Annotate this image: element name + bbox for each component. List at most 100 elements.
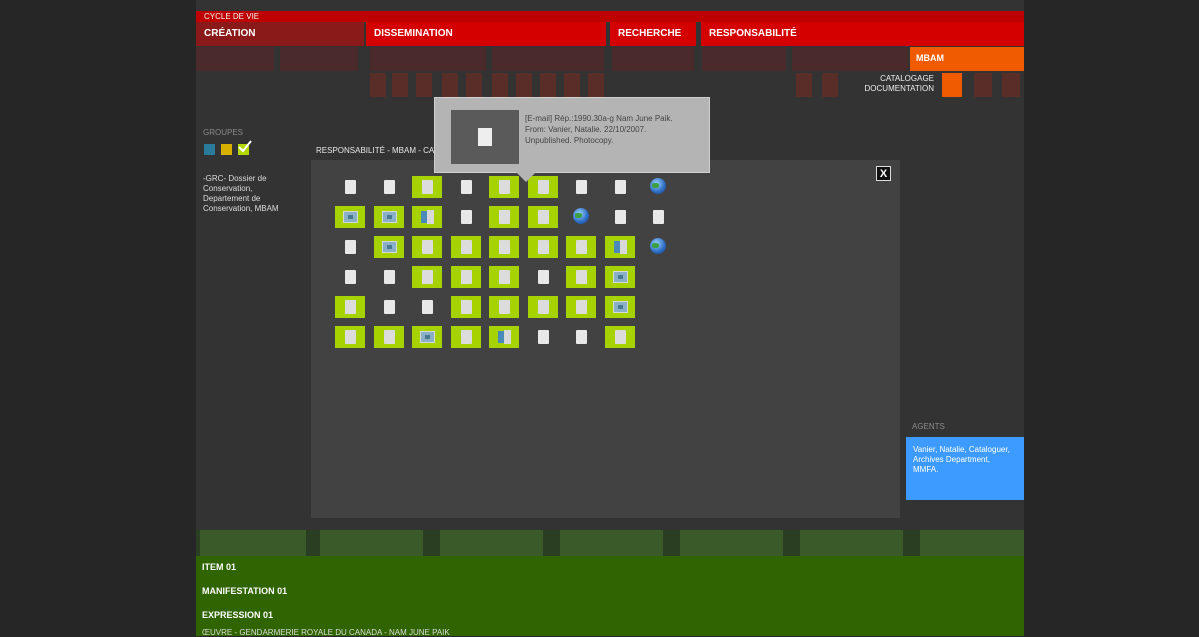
grid-cell[interactable] bbox=[412, 206, 442, 228]
grid-cell[interactable] bbox=[412, 266, 442, 288]
image-icon bbox=[612, 271, 628, 283]
globe-icon bbox=[573, 208, 589, 224]
grid-cell[interactable] bbox=[335, 266, 365, 288]
modal-close-button[interactable]: X bbox=[876, 166, 891, 181]
document-icon bbox=[460, 180, 472, 194]
document-icon bbox=[460, 270, 472, 284]
grid-cell[interactable] bbox=[450, 326, 481, 348]
grid-cell[interactable] bbox=[566, 236, 596, 258]
category-dissemination[interactable]: DISSEMINATION bbox=[366, 22, 606, 46]
grid-cell[interactable] bbox=[450, 296, 481, 318]
document-icon bbox=[614, 330, 626, 344]
grid-cell[interactable] bbox=[605, 176, 635, 198]
grid-cell[interactable] bbox=[489, 236, 519, 258]
timeline-tile-active[interactable] bbox=[942, 73, 962, 97]
sub-label-catalogage[interactable]: CATALOGAGE bbox=[868, 74, 934, 84]
document-icon bbox=[383, 270, 395, 284]
document-icon bbox=[499, 240, 510, 254]
timeline-tile bbox=[492, 73, 508, 97]
category-recherche[interactable]: RECHERCHE bbox=[610, 22, 696, 46]
grid-cell[interactable] bbox=[374, 266, 404, 288]
green-tile bbox=[200, 530, 306, 556]
grid-cell[interactable] bbox=[527, 236, 558, 258]
multi-document-icon bbox=[498, 330, 511, 344]
grid-cell[interactable] bbox=[527, 296, 558, 318]
grid-cell[interactable] bbox=[335, 236, 365, 258]
grid-cell[interactable] bbox=[451, 206, 481, 228]
grid-cell[interactable] bbox=[450, 236, 481, 258]
grid-cell[interactable] bbox=[374, 176, 404, 198]
green-tile bbox=[560, 530, 663, 556]
grid-cell[interactable] bbox=[373, 206, 404, 228]
grid-cell[interactable] bbox=[604, 326, 635, 348]
grid-cell[interactable] bbox=[373, 326, 404, 348]
left-margin bbox=[0, 0, 196, 636]
sub-label-documentation[interactable]: DOCUMENTATION bbox=[846, 84, 934, 94]
multi-document-icon bbox=[421, 210, 434, 224]
agent-card[interactable]: Vanier, Natalie, Cataloguer, Archives De… bbox=[906, 437, 1024, 500]
grid-cell[interactable] bbox=[489, 326, 519, 348]
document-icon bbox=[383, 330, 395, 344]
grid-cell[interactable] bbox=[412, 176, 442, 198]
grid-cell[interactable] bbox=[604, 296, 635, 318]
grid-cell[interactable] bbox=[566, 176, 596, 198]
group-swatch-yellow[interactable] bbox=[221, 144, 232, 155]
grid-cell[interactable] bbox=[489, 266, 519, 288]
grid-cell[interactable] bbox=[412, 236, 442, 258]
expression-label[interactable]: EXPRESSION 01 bbox=[202, 610, 273, 620]
grid-cell[interactable] bbox=[335, 326, 365, 348]
grid-cell[interactable] bbox=[605, 206, 635, 228]
grid-cell[interactable] bbox=[451, 176, 481, 198]
grid-cell[interactable] bbox=[566, 296, 596, 318]
document-icon bbox=[460, 300, 472, 314]
grid-cell[interactable] bbox=[412, 296, 442, 318]
cycle-bar: CYCLE DE VIE bbox=[196, 11, 1024, 22]
document-icon bbox=[537, 180, 549, 194]
grid-cell[interactable] bbox=[604, 266, 635, 288]
grid-cell[interactable] bbox=[374, 296, 404, 318]
timeline-tile bbox=[416, 73, 432, 97]
group-swatch-blue[interactable] bbox=[204, 144, 215, 155]
groups-title: GROUPES bbox=[203, 128, 244, 137]
grid-cell[interactable] bbox=[528, 326, 558, 348]
grid-cell[interactable] bbox=[335, 296, 365, 318]
grid-cell[interactable] bbox=[489, 176, 519, 198]
green-tile bbox=[320, 530, 423, 556]
category-responsabilite[interactable]: RESPONSABILITÉ bbox=[701, 22, 1024, 46]
grid-cell[interactable] bbox=[412, 326, 442, 348]
grid-cell[interactable] bbox=[335, 206, 365, 228]
document-icon bbox=[576, 300, 587, 314]
grid-cell[interactable] bbox=[450, 266, 481, 288]
document-icon bbox=[460, 240, 472, 254]
grid-cell[interactable] bbox=[643, 176, 673, 198]
timeline-tile bbox=[540, 73, 556, 97]
document-icon bbox=[537, 330, 549, 344]
grid-cell[interactable] bbox=[528, 266, 558, 288]
app-frame: CYCLE DE VIE CRÉATION DISSEMINATION RECH… bbox=[0, 0, 1199, 637]
grid-cell[interactable] bbox=[566, 326, 596, 348]
timeline-tile bbox=[466, 73, 482, 97]
grid-cell[interactable] bbox=[566, 206, 596, 228]
category-creation[interactable]: CRÉATION bbox=[196, 22, 364, 46]
grid-cell[interactable] bbox=[489, 206, 519, 228]
grid-cell[interactable] bbox=[643, 206, 673, 228]
document-icon bbox=[653, 210, 664, 224]
grid-cell[interactable] bbox=[335, 176, 365, 198]
document-grid-modal: RESPONSABILITÉ - MBAM - CAT bbox=[311, 146, 900, 518]
document-icon bbox=[345, 330, 356, 344]
item-label[interactable]: ITEM 01 bbox=[202, 562, 236, 572]
grid-cell[interactable] bbox=[643, 236, 673, 258]
grid-cell[interactable] bbox=[527, 206, 558, 228]
grid-cell[interactable] bbox=[566, 266, 596, 288]
grid-cell[interactable] bbox=[373, 236, 404, 258]
grid-cell[interactable] bbox=[604, 236, 635, 258]
document-icon bbox=[576, 270, 587, 284]
grid-cell[interactable] bbox=[489, 296, 519, 318]
org-tab-mbam[interactable]: MBAM bbox=[910, 47, 1024, 71]
group-swatch-checked[interactable] bbox=[238, 140, 252, 155]
timeline-tile bbox=[196, 47, 274, 71]
document-thumbnail bbox=[451, 110, 519, 164]
manifestation-label[interactable]: MANIFESTATION 01 bbox=[202, 586, 287, 596]
category-label: DISSEMINATION bbox=[374, 28, 453, 39]
timeline-tile bbox=[792, 47, 908, 71]
